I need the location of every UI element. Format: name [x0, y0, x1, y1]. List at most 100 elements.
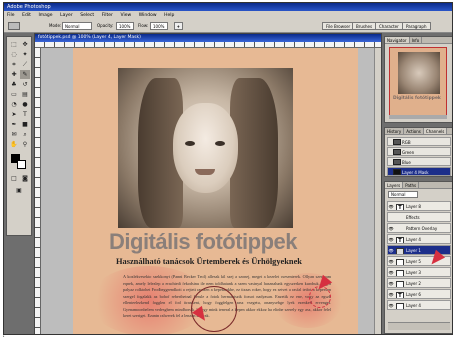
canvas-page[interactable]: Digitális fotótippek Használható tanácso… [73, 48, 358, 334]
gradient-tool-icon[interactable]: ▤ [20, 90, 30, 99]
brushes-tab[interactable]: Brushes [352, 22, 377, 30]
airbrush-icon[interactable]: ✈ [174, 22, 183, 30]
channel-label: Green [402, 150, 415, 155]
layer-thumb: T [396, 236, 404, 243]
channel-row[interactable]: RGB [387, 137, 451, 146]
lasso-tool-icon[interactable]: ◌ [9, 50, 19, 59]
paragraph-tab[interactable]: Paragraph [402, 22, 431, 30]
eye-icon[interactable]: 👁 [388, 224, 394, 232]
navigator-thumbnail[interactable]: Digitális fotótippek [389, 47, 447, 119]
eye-icon[interactable]: 👁 [388, 301, 394, 309]
layer-thumb [396, 269, 404, 276]
zoom-tool-icon[interactable]: ⚲ [20, 140, 30, 149]
healing-brush-icon[interactable]: ✚ [9, 70, 19, 79]
eye-icon[interactable]: 👁 [388, 279, 394, 287]
tool-preset-icon[interactable] [8, 22, 20, 30]
eye-icon[interactable]: 👁 [388, 268, 394, 276]
file-browser-tab[interactable]: File Browser [322, 22, 355, 30]
blend-mode-select[interactable]: Normal [388, 191, 418, 198]
layer-name: Layer 4 [406, 303, 421, 308]
eye-icon[interactable]: 👁 [388, 235, 394, 243]
tab-paths[interactable]: Paths [403, 182, 420, 188]
background-color-swatch[interactable] [17, 160, 26, 169]
layer-row[interactable]: 👁 T Layer 4 [387, 234, 451, 244]
shape-tool-icon[interactable]: ■ [20, 120, 30, 129]
eye-icon[interactable]: 👁 [388, 202, 394, 210]
mode-select[interactable]: Normal [62, 22, 92, 30]
pen-tool-icon[interactable]: ✒ [9, 120, 19, 129]
menu-bar: File Edit Image Layer Select Filter View… [4, 11, 452, 19]
layer-row[interactable]: 👁 T Layer 6 [387, 289, 451, 299]
layer-thumb [396, 247, 404, 254]
layer-name: Layer 6 [406, 292, 421, 297]
slice-tool-icon[interactable]: ⟋ [20, 60, 30, 69]
channel-label: RGB [402, 140, 411, 145]
move-tool-icon[interactable]: ✥ [20, 40, 30, 49]
history-brush-icon[interactable]: ↺ [20, 80, 30, 89]
tab-navigator[interactable]: Navigator [385, 37, 410, 43]
photoshop-window: Adobe Photoshop File Edit Image Layer Se… [3, 2, 453, 335]
options-bar: Mode: Normal Opacity: 100% Flow: 100% ✈ … [4, 19, 452, 33]
tab-layers[interactable]: Layers [385, 182, 404, 188]
layer-thumb [396, 302, 404, 309]
tab-actions[interactable]: Actions [404, 128, 424, 134]
tab-channels[interactable]: Channels [423, 128, 448, 134]
toolbox: ⬚ ✥ ◌ ✦ ⌗ ⟋ ✚ ✎ ♣ ↺ ▭ ▤ ◔ ● ➤ T ✒ ■ ✉ ⌕ … [6, 36, 32, 236]
ruler-vertical[interactable] [35, 48, 41, 334]
layers-tabs: Layers Paths [385, 182, 452, 189]
magic-wand-icon[interactable]: ✦ [20, 50, 30, 59]
layer-thumb [396, 280, 404, 287]
vertical-scrollbar[interactable] [374, 48, 381, 334]
quick-mask-icon[interactable]: ◙ [20, 174, 30, 183]
flow-field[interactable]: 100% [150, 22, 168, 30]
right-eye [215, 141, 225, 146]
blur-tool-icon[interactable]: ◔ [9, 100, 19, 109]
hand-tool-icon[interactable]: ✋ [9, 140, 19, 149]
type-tool-icon[interactable]: T [20, 110, 30, 119]
channel-row[interactable]: Blue [387, 157, 451, 166]
document-window: fotótippek.psd @ 100% (Layer 4, Layer Ma… [34, 33, 382, 334]
channel-thumb [393, 159, 401, 165]
channel-row-selected[interactable]: Layer 4 Mask [387, 167, 451, 176]
eye-icon[interactable]: 👁 [388, 290, 394, 298]
layer-name: Layer 4 [406, 237, 421, 242]
layer-row[interactable]: 👁 Layer 4 [387, 300, 451, 310]
flow-label: Flow: [138, 23, 149, 28]
screen-mode-icon[interactable]: ▣ [14, 186, 24, 195]
channels-panel: History Actions Channels RGB Green Blue La… [384, 127, 452, 177]
path-select-icon[interactable]: ➤ [9, 110, 19, 119]
clone-stamp-icon[interactable]: ♣ [9, 80, 19, 89]
tab-info[interactable]: Info [410, 37, 423, 43]
page-subhead: Használható tanácsok Ürtemberek és Ürhöl… [116, 257, 302, 266]
notes-tool-icon[interactable]: ✉ [9, 130, 19, 139]
layer-name: Layer 1 [406, 248, 421, 253]
navigator-thumb-title: Digitális fotótippek [393, 96, 441, 101]
tab-history[interactable]: History [385, 128, 405, 134]
face [173, 103, 238, 193]
app-title: Adobe Photoshop [7, 4, 51, 10]
mode-label: Mode: [49, 23, 62, 28]
character-tab[interactable]: Character [375, 22, 403, 30]
zoom-slider[interactable] [389, 115, 447, 119]
dodge-tool-icon[interactable]: ● [20, 100, 30, 109]
layers-footer-buttons[interactable] [388, 322, 450, 330]
channel-label: Layer 4 Mask [402, 170, 429, 175]
title-bar: Adobe Photoshop [4, 3, 452, 11]
layer-row[interactable]: 👁 Layer 2 [387, 278, 451, 288]
crop-tool-icon[interactable]: ⌗ [9, 60, 19, 69]
layer-row[interactable]: 👁 T Layer 8 [387, 201, 451, 211]
brush-tool-icon[interactable]: ✎ [20, 70, 30, 79]
mouth [195, 169, 215, 175]
eye-icon[interactable]: 👁 [388, 257, 394, 265]
channel-thumb [393, 139, 401, 145]
layer-row[interactable]: 👁 Pattern Overlay [387, 223, 451, 233]
layer-row[interactable]: Effects [387, 212, 451, 222]
eraser-tool-icon[interactable]: ▭ [9, 90, 19, 99]
marquee-tool-icon[interactable]: ⬚ [9, 40, 19, 49]
eyedropper-icon[interactable]: ⌕ [20, 130, 30, 139]
eye-icon[interactable]: 👁 [388, 246, 394, 254]
opacity-field[interactable]: 100% [116, 22, 134, 30]
standard-mode-icon[interactable]: □ [9, 174, 19, 183]
channel-row[interactable]: Green [387, 147, 451, 156]
layer-row[interactable]: 👁 Layer 3 [387, 267, 451, 277]
